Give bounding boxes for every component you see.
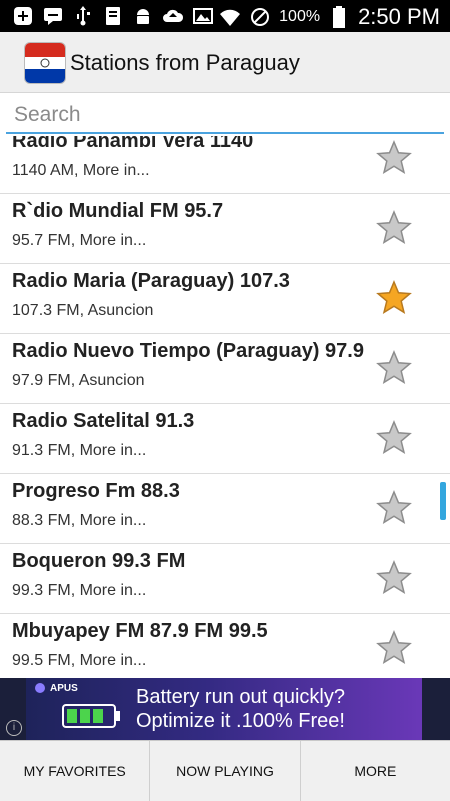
favorite-star-icon[interactable] — [376, 280, 412, 316]
station-detail: 99.3 FM, More in... — [12, 582, 147, 599]
usb-icon — [72, 5, 94, 27]
bottom-navigation: MY FAVORITES NOW PLAYING MORE — [0, 740, 450, 801]
favorite-star-icon[interactable] — [376, 350, 412, 386]
station-detail: 97.9 FM, Asuncion — [12, 372, 145, 389]
station-detail: 91.3 FM, More in... — [12, 442, 147, 459]
search-input[interactable] — [6, 98, 444, 134]
page-title: Stations from Paraguay — [70, 50, 300, 75]
station-name: Boqueron 99.3 FM — [12, 550, 186, 572]
paraguay-flag-icon[interactable] — [24, 42, 66, 84]
status-bar: 100% 2:50 PM — [0, 0, 450, 32]
battery-icon — [328, 6, 350, 28]
favorite-star-icon[interactable] — [376, 420, 412, 456]
cloud-upload-icon — [162, 5, 184, 27]
station-detail: 107.3 FM, Asuncion — [12, 302, 154, 319]
notification-icons — [12, 5, 214, 27]
station-detail: 1140 AM, More in... — [12, 162, 150, 179]
station-detail: 88.3 FM, More in... — [12, 512, 147, 529]
battery-percent: 100% — [279, 8, 321, 25]
favorite-star-icon[interactable] — [376, 490, 412, 526]
station-row[interactable]: Progreso Fm 88.3 88.3 FM, More in... — [0, 474, 450, 544]
ad-info-icon[interactable]: i — [6, 720, 22, 736]
my-favorites-button[interactable]: MY FAVORITES — [0, 741, 151, 801]
station-name: Progreso Fm 88.3 — [12, 480, 180, 502]
ad-brand-label: APUS — [50, 682, 78, 694]
station-row[interactable]: Boqueron 99.3 FM 99.3 FM, More in... — [0, 544, 450, 614]
wifi-icon — [219, 6, 241, 28]
station-row[interactable]: Radio Nuevo Tiempo (Paraguay) 97.9 97.9 F… — [0, 334, 450, 404]
now-playing-button[interactable]: NOW PLAYING — [150, 741, 301, 801]
station-row[interactable]: Mbuyapey FM 87.9 FM 99.5 99.5 FM, More in… — [0, 614, 450, 676]
station-row[interactable]: R`dio Mundial FM 95.7 95.7 FM, More in... — [0, 194, 450, 264]
ad-subline: Optimize it .100% Free! — [136, 710, 345, 732]
station-name: Radio Panambi Vera 1140 — [12, 136, 254, 152]
ad-banner[interactable]: APUS Battery run out quickly? Optimize i… — [0, 678, 450, 740]
station-name: Radio Nuevo Tiempo (Paraguay) 97.9 — [12, 340, 364, 362]
favorite-star-icon[interactable] — [376, 140, 412, 176]
image-icon — [192, 5, 214, 27]
download-icon — [102, 5, 124, 27]
battery-graphic-icon — [62, 704, 120, 728]
clock: 2:50 PM — [358, 4, 440, 29]
add-icon — [12, 5, 34, 27]
chat-icon — [42, 5, 64, 27]
favorite-star-icon[interactable] — [376, 630, 412, 666]
more-button[interactable]: MORE — [301, 741, 450, 801]
scrollbar-thumb[interactable] — [440, 482, 446, 520]
do-not-disturb-icon — [249, 6, 271, 28]
action-bar: Stations from Paraguay — [0, 32, 450, 93]
favorite-star-icon[interactable] — [376, 210, 412, 246]
station-row[interactable]: Radio Panambi Vera 1140 1140 AM, More in.… — [0, 136, 450, 194]
apus-logo-icon — [35, 683, 45, 693]
ad-content[interactable]: APUS Battery run out quickly? Optimize i… — [26, 678, 422, 740]
android-icon — [132, 5, 154, 27]
ad-brand: APUS — [34, 682, 78, 694]
system-icons: 100% 2:50 PM — [219, 4, 440, 30]
station-name: R`dio Mundial FM 95.7 — [12, 200, 224, 222]
station-name: Radio Maria (Paraguay) 107.3 — [12, 270, 290, 292]
search-bar — [6, 98, 444, 134]
ad-headline: Battery run out quickly? — [136, 686, 345, 708]
station-name: Radio Satelital 91.3 — [12, 410, 195, 432]
station-detail: 95.7 FM, More in... — [12, 232, 147, 249]
station-row[interactable]: Radio Satelital 91.3 91.3 FM, More in... — [0, 404, 450, 474]
station-detail: 99.5 FM, More in... — [12, 652, 147, 669]
station-row[interactable]: Radio Maria (Paraguay) 107.3 107.3 FM, As… — [0, 264, 450, 334]
station-name: Mbuyapey FM 87.9 FM 99.5 — [12, 620, 268, 642]
favorite-star-icon[interactable] — [376, 560, 412, 596]
station-list[interactable]: Radio Panambi Vera 1140 1140 AM, More in.… — [0, 136, 450, 676]
